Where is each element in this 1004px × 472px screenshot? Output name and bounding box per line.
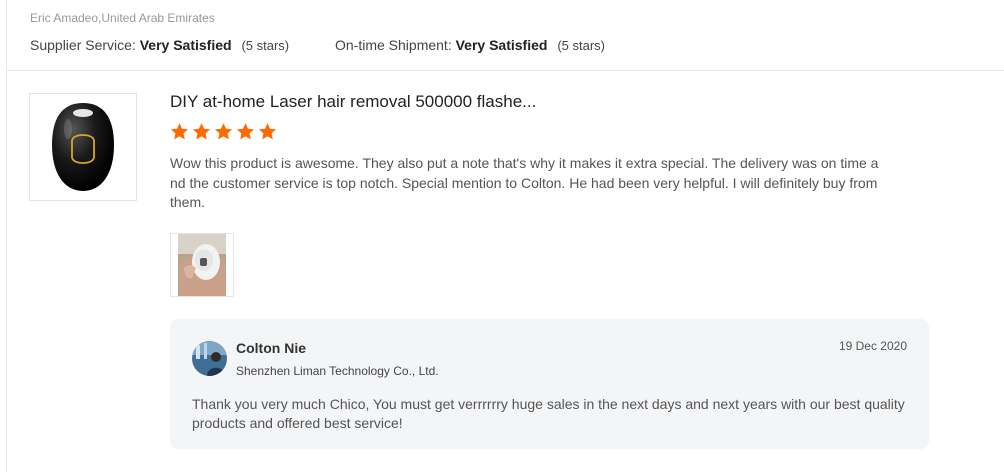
reviewer-name-location: Eric Amadeo,United Arab Emirates	[30, 11, 215, 25]
rating-label: On-time Shipment:	[335, 37, 452, 53]
rating-value: Very Satisfied	[455, 37, 548, 53]
avatar-image	[192, 341, 227, 376]
star-icon	[192, 123, 211, 140]
rating-stars: (5 stars)	[241, 38, 290, 53]
star-icon	[258, 123, 277, 140]
supplier-reply: Colton Nie Shenzhen Liman Technology Co.…	[170, 319, 929, 449]
review-photo[interactable]	[170, 233, 234, 297]
star-icon	[170, 123, 189, 140]
replier-name: Colton Nie	[236, 340, 306, 356]
product-title[interactable]: DIY at-home Laser hair removal 500000 fl…	[170, 92, 536, 112]
ontime-shipment-rating: On-time Shipment: Very Satisfied (5 star…	[335, 37, 605, 53]
rating-stars: (5 stars)	[557, 38, 605, 53]
reply-text: Thank you very much Chico, You must get …	[192, 396, 905, 431]
laser-device-image	[52, 103, 114, 191]
supplier-service-rating: Supplier Service: Very Satisfied (5 star…	[30, 37, 289, 53]
reviewer-header: Eric Amadeo,United Arab Emirates Supplie…	[30, 11, 605, 53]
review-text: Wow this product is awesome. They also p…	[170, 155, 879, 210]
rating-label: Supplier Service:	[30, 37, 136, 53]
review-star-rating	[170, 122, 277, 141]
rating-value: Very Satisfied	[139, 37, 232, 53]
star-icon	[214, 123, 233, 140]
review-photo-image	[178, 234, 226, 296]
ratings-summary: Supplier Service: Very Satisfied (5 star…	[30, 37, 605, 53]
replier-company: Shenzhen Liman Technology Co., Ltd.	[236, 364, 439, 378]
product-thumbnail[interactable]	[29, 93, 137, 201]
star-icon	[236, 123, 255, 140]
divider	[7, 70, 1004, 71]
reply-date: 19 Dec 2020	[838, 339, 907, 353]
avatar	[192, 341, 227, 376]
